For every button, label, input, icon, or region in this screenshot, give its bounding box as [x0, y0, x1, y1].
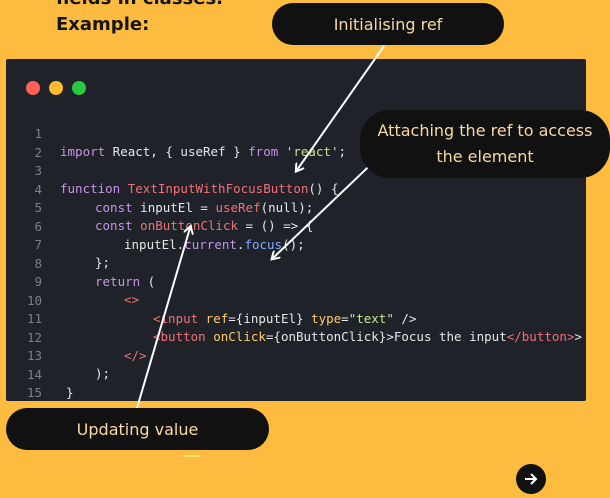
code-token: React, { useRef }: [105, 144, 249, 159]
code-token: <input: [153, 310, 199, 326]
code-token: const: [95, 199, 133, 215]
window-close-dot: [26, 81, 40, 95]
code-token: />: [393, 310, 417, 326]
callout-label: Initialising ref: [333, 14, 443, 34]
heading-partial-text: fields in classes.: [56, 0, 223, 9]
code-line: 7 };: [6, 218, 110, 270]
code-line: 15: [6, 366, 51, 400]
code-token: return: [95, 273, 141, 289]
code-line: 4 const inputEl = useRef(null);: [6, 163, 313, 215]
code-token: focus: [244, 236, 283, 252]
code-token: inputEl.: [124, 236, 185, 252]
code-token: );: [95, 366, 111, 381]
code-token: Focus the input: [393, 329, 507, 344]
code-token: }: [66, 384, 74, 400]
code-line: 3 function TextInputWithFocusButton() {: [6, 144, 338, 196]
code-line: 11 <button onClick={onButtonClick}>Focus…: [6, 292, 582, 344]
code-token: <>: [124, 292, 140, 307]
code-token: = () => {: [238, 218, 314, 233]
code-token: useRef: [215, 199, 261, 215]
arrow-right-icon: [525, 473, 538, 485]
code-token: </button>: [506, 329, 575, 344]
code-token: from: [248, 144, 279, 159]
callout-attaching-ref: Attaching the ref to access the element: [360, 110, 610, 178]
callout-label-line: the element: [436, 147, 534, 166]
code-line: 12 </>: [6, 311, 147, 363]
code-line: 9 <>: [6, 255, 139, 307]
code-line: 6 inputEl.current.focus();: [6, 200, 304, 252]
code-token: const: [95, 218, 133, 233]
code-token: ={onButtonClick}>: [265, 329, 394, 344]
decorative-underline: [183, 455, 201, 457]
code-token: inputEl =: [132, 199, 216, 215]
code-token: ={inputEl}: [228, 310, 312, 326]
code-token: onButtonClick: [132, 218, 238, 233]
callout-label: Updating value: [76, 419, 199, 439]
code-token: >: [574, 329, 582, 344]
code-token: ;: [338, 144, 347, 159]
code-line: 8 return (: [6, 237, 155, 289]
code-token: TextInputWithFocusButton: [127, 181, 309, 196]
code-token: ref: [198, 310, 229, 326]
code-token: =: [341, 310, 349, 326]
window-maximize-dot: [72, 81, 86, 95]
code-token: () {: [308, 181, 339, 196]
code-token: </>: [124, 347, 147, 363]
callout-initialising-ref: Initialising ref: [272, 3, 504, 45]
code-line: 14 }: [6, 348, 74, 400]
code-token: current: [184, 236, 237, 252]
code-line: 2: [6, 126, 51, 160]
code-token: 'react': [285, 144, 339, 159]
code-token: "text": [348, 310, 394, 326]
callout-updating-value: Updating value: [6, 408, 269, 450]
code-line: 5 const onButtonClick = () => {: [6, 181, 313, 233]
code-token: type: [311, 310, 342, 326]
code-line: 10 <input ref={inputEl} type="text" />: [6, 274, 417, 326]
code-token: (null);: [260, 199, 314, 215]
code-line: 13 );: [6, 329, 110, 381]
code-token: import: [60, 144, 106, 159]
code-line: 1 import React, { useRef } from 'react';: [6, 107, 346, 159]
code-token: onClick: [205, 329, 266, 344]
next-slide-button[interactable]: [516, 464, 546, 494]
code-token: ();: [282, 236, 305, 252]
code-token: <button: [153, 329, 206, 344]
callout-label-line: Attaching the ref to access: [377, 121, 593, 140]
code-token: (: [140, 273, 156, 289]
line-number: 15: [26, 385, 42, 400]
example-heading: Example:: [56, 14, 150, 35]
window-minimize-dot: [49, 81, 63, 95]
code-token: };: [95, 255, 111, 270]
code-token: function: [60, 181, 121, 196]
